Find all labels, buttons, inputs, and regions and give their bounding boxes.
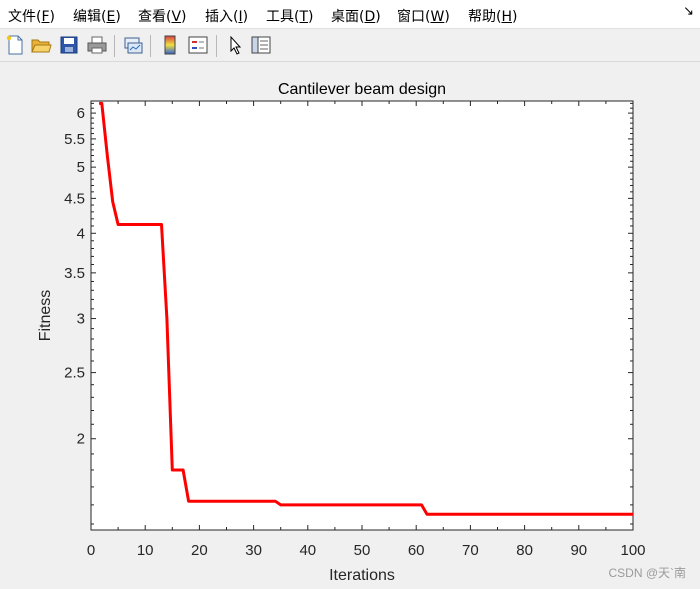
menu-item-f[interactable]: 文件(F) bbox=[8, 6, 55, 26]
menu-item-w[interactable]: 窗口(W) bbox=[397, 6, 450, 26]
x-tick-label: 100 bbox=[620, 542, 645, 559]
open-file-icon[interactable] bbox=[30, 34, 52, 56]
menu-item-v[interactable]: 查看(V) bbox=[138, 6, 187, 26]
y-tick-label: 2.5 bbox=[64, 365, 85, 382]
y-tick-label: 4 bbox=[77, 225, 85, 242]
y-axis-label: Fitness bbox=[37, 290, 54, 342]
x-tick-label: 0 bbox=[87, 542, 95, 559]
menu-item-e[interactable]: 编辑(E) bbox=[73, 6, 121, 26]
y-tick-label: 5 bbox=[77, 159, 85, 176]
x-tick-label: 40 bbox=[299, 542, 316, 559]
x-tick-label: 10 bbox=[137, 542, 154, 559]
pointer-icon[interactable] bbox=[224, 34, 246, 56]
toolbar-separator bbox=[114, 35, 115, 57]
chart-title: Cantilever beam design bbox=[278, 81, 446, 98]
x-axis-label: Iterations bbox=[329, 567, 395, 584]
figure-canvas: 0 10 20 30 40 50 60 70 80 90 100 2 2.5 3 3.5 4 4.5 5 5.5 6 C… bbox=[0, 62, 700, 589]
menu-item-i[interactable]: 插入(I) bbox=[205, 6, 248, 26]
x-tick-label: 20 bbox=[191, 542, 208, 559]
toolbar-separator bbox=[150, 35, 151, 57]
y-tick-label: 5.5 bbox=[64, 131, 85, 148]
figure-toolbar bbox=[0, 29, 700, 62]
dock-arrow-icon[interactable]: ↘ bbox=[683, 4, 694, 19]
legend-icon[interactable] bbox=[187, 34, 209, 56]
fitness-plot: 0 10 20 30 40 50 60 70 80 90 100 2 2.5 3 3.5 4 4.5 5 5.5 6 C… bbox=[37, 81, 646, 584]
y-tick-label: 3 bbox=[77, 311, 85, 328]
y-tick-label: 2 bbox=[77, 431, 85, 448]
menu-bar: 文件(F) 编辑(E) 查看(V) 插入(I) 工具(T) 桌面(D) 窗口(W) 帮助(H)… bbox=[0, 0, 700, 29]
watermark: CSDN @天`南 bbox=[608, 566, 686, 580]
menu-item-h[interactable]: 帮助(H) bbox=[468, 6, 517, 26]
print-icon[interactable] bbox=[86, 34, 108, 56]
x-tick-label: 30 bbox=[245, 542, 262, 559]
menu-item-d[interactable]: 桌面(D) bbox=[331, 6, 381, 26]
link-plot-icon[interactable] bbox=[122, 34, 144, 56]
y-tick-label: 6 bbox=[77, 105, 85, 122]
x-tick-label: 70 bbox=[462, 542, 479, 559]
x-tick-label: 60 bbox=[408, 542, 425, 559]
save-icon[interactable] bbox=[58, 34, 80, 56]
x-tick-label: 80 bbox=[516, 542, 533, 559]
x-tick-label: 50 bbox=[354, 542, 371, 559]
x-tick-label: 90 bbox=[570, 542, 587, 559]
colorbar-icon[interactable] bbox=[159, 34, 181, 56]
y-tick-label: 4.5 bbox=[64, 190, 85, 207]
property-editor-icon[interactable] bbox=[250, 34, 272, 56]
toolbar-separator bbox=[216, 35, 217, 57]
new-figure-icon[interactable] bbox=[4, 34, 26, 56]
y-tick-label: 3.5 bbox=[64, 265, 85, 282]
menu-item-t[interactable]: 工具(T) bbox=[266, 6, 314, 26]
